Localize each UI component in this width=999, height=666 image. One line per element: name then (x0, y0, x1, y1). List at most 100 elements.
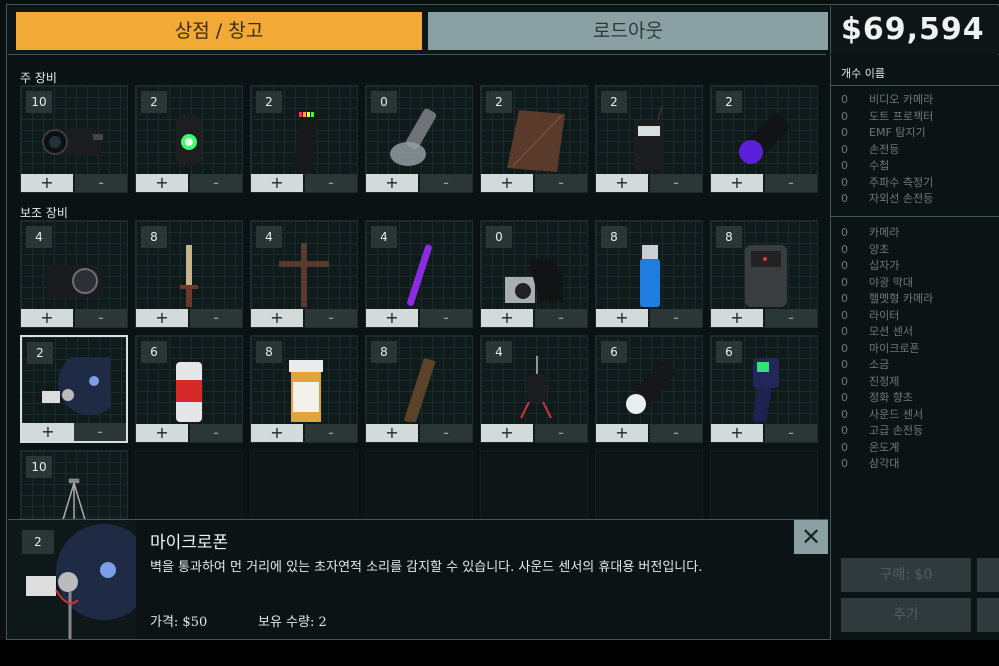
item-slot-thermometer[interactable]: 6 + - (710, 335, 818, 443)
remove-button[interactable]: - (650, 309, 702, 327)
remove-button[interactable]: - (75, 174, 127, 192)
item-slot-candle[interactable]: 8 + - (135, 220, 243, 328)
item-slot-crucifix[interactable]: 4 + - (250, 220, 358, 328)
add-button[interactable]: + (22, 423, 74, 441)
add-button[interactable]: + (366, 424, 418, 442)
item-slot-glowstick[interactable]: 4 + - (365, 220, 473, 328)
item-slot-uv-flashlight[interactable]: 2 + - (710, 85, 818, 193)
item-slot-video-camera[interactable]: 10 + - (20, 85, 128, 193)
cart-row: 0 소금 (841, 358, 890, 371)
add-button[interactable]: + (136, 174, 188, 192)
cart-row: 0 손전등 (841, 142, 900, 156)
item-slot-flashlight[interactable]: 0 + - (365, 85, 473, 193)
item-slot-smudge-sticks[interactable]: 8 + - (365, 335, 473, 443)
item-slot-salt[interactable]: 6 + - (135, 335, 243, 443)
remove-button[interactable]: - (765, 309, 817, 327)
item-slot-sound-sensor[interactable]: 4 + - (480, 335, 588, 443)
cart-row: 0 모션 센서 (841, 325, 913, 338)
side-button[interactable] (977, 558, 999, 592)
add-button[interactable]: + (366, 309, 418, 327)
add-button[interactable]: + (596, 174, 648, 192)
cart-row: 0 정화 향초 (841, 391, 913, 404)
tab-shop-storage[interactable]: 상점 / 창고 (16, 12, 422, 50)
cart-row: 0 라이터 (841, 308, 900, 322)
remove-button[interactable]: - (305, 309, 357, 327)
remove-button[interactable]: - (535, 309, 587, 327)
add-button[interactable]: + (21, 309, 73, 327)
remove-button[interactable]: - (650, 424, 702, 442)
remove-button[interactable]: - (535, 174, 587, 192)
item-slot-spirit-box[interactable]: 2 + - (595, 85, 703, 193)
cart-row: 0 도트 프로젝터 (841, 109, 934, 123)
add-button-sidebar[interactable]: 추가 (841, 598, 971, 632)
thermometer-icon (752, 358, 779, 422)
item-slot-sanity-pills[interactable]: 8 + - (250, 335, 358, 443)
remove-button[interactable]: - (74, 423, 126, 441)
remove-button[interactable]: - (765, 424, 817, 442)
item-title: 마이크로폰 (150, 533, 229, 553)
cart-row: 0 주파수 측정기 (841, 175, 934, 189)
item-slot-parabolic-microphone[interactable]: 2 + - (20, 335, 128, 443)
remove-button[interactable]: - (650, 174, 702, 192)
item-slot-lighter[interactable]: 8 + - (595, 220, 703, 328)
add-button[interactable]: + (366, 174, 418, 192)
remove-button[interactable]: - (75, 309, 127, 327)
item-slot-strong-flashlight[interactable]: 6 + - (595, 335, 703, 443)
remove-button[interactable]: - (305, 174, 357, 192)
video-camera-icon (42, 128, 103, 156)
item-slot-emf-reader[interactable]: 2 + - (250, 85, 358, 193)
add-button[interactable]: + (596, 309, 648, 327)
bottom-bar (0, 640, 999, 666)
remove-button[interactable]: - (190, 309, 242, 327)
crucifix-icon (279, 243, 329, 307)
item-slot-head-camera[interactable]: 0 + - (480, 220, 588, 328)
tab-loadout[interactable]: 로드아웃 (422, 12, 828, 50)
remove-button[interactable]: - (305, 424, 357, 442)
item-price: 가격: $50 (150, 615, 208, 630)
item-slot-motion-sensor[interactable]: 8 + - (710, 220, 818, 328)
add-button[interactable]: + (21, 174, 73, 192)
remove-button[interactable]: - (420, 174, 472, 192)
add-button[interactable]: + (481, 424, 533, 442)
journal-icon (507, 110, 565, 172)
remove-button[interactable]: - (765, 174, 817, 192)
add-button[interactable]: + (251, 309, 303, 327)
remove-button[interactable]: - (535, 424, 587, 442)
add-button[interactable]: + (136, 424, 188, 442)
remove-button[interactable]: - (420, 309, 472, 327)
add-button[interactable]: + (481, 309, 533, 327)
cart-list-sub: 0 카메라 0 양초 0 십자가 0 야광 막대 0 헬멧형 카메라 0 라이터 0 모션 센… (841, 225, 933, 473)
head-camera-icon (505, 258, 563, 303)
cart-row: 0 사운드 센서 (841, 407, 924, 421)
add-button[interactable]: + (711, 309, 763, 327)
buy-button[interactable]: 구매: $0 (841, 558, 971, 592)
remove-button[interactable]: - (190, 174, 242, 192)
item-slot-camera[interactable]: 4 + - (20, 220, 128, 328)
add-button[interactable]: + (136, 309, 188, 327)
empty-slot (250, 450, 358, 520)
glowstick-icon (407, 244, 432, 306)
add-button[interactable]: + (251, 424, 303, 442)
remove-button[interactable]: - (420, 424, 472, 442)
remove-button[interactable]: - (190, 424, 242, 442)
spirit-box-icon (634, 106, 664, 170)
add-button[interactable]: + (596, 424, 648, 442)
cart-row: 0 수첩 (841, 159, 890, 172)
smudge-sticks-icon (403, 357, 436, 422)
add-button[interactable]: + (711, 174, 763, 192)
uv-flashlight-icon (739, 113, 790, 164)
add-button[interactable]: + (251, 174, 303, 192)
cart-row: 0 십자가 (841, 259, 900, 272)
strong-flashlight-icon (626, 361, 675, 414)
item-slot-dots-projector[interactable]: 2 + - (135, 85, 243, 193)
close-icon[interactable]: ✕ (794, 520, 828, 554)
item-slot-tripod[interactable]: 10 (20, 450, 128, 521)
side-button[interactable] (977, 598, 999, 632)
add-button[interactable]: + (711, 424, 763, 442)
motion-sensor-icon (745, 245, 787, 307)
item-slot-journal[interactable]: 2 + - (480, 85, 588, 193)
flashlight-icon (390, 108, 437, 166)
add-button[interactable]: + (481, 174, 533, 192)
top-bar: 상점 / 창고 로드아웃 (8, 6, 828, 55)
divider (831, 216, 999, 217)
